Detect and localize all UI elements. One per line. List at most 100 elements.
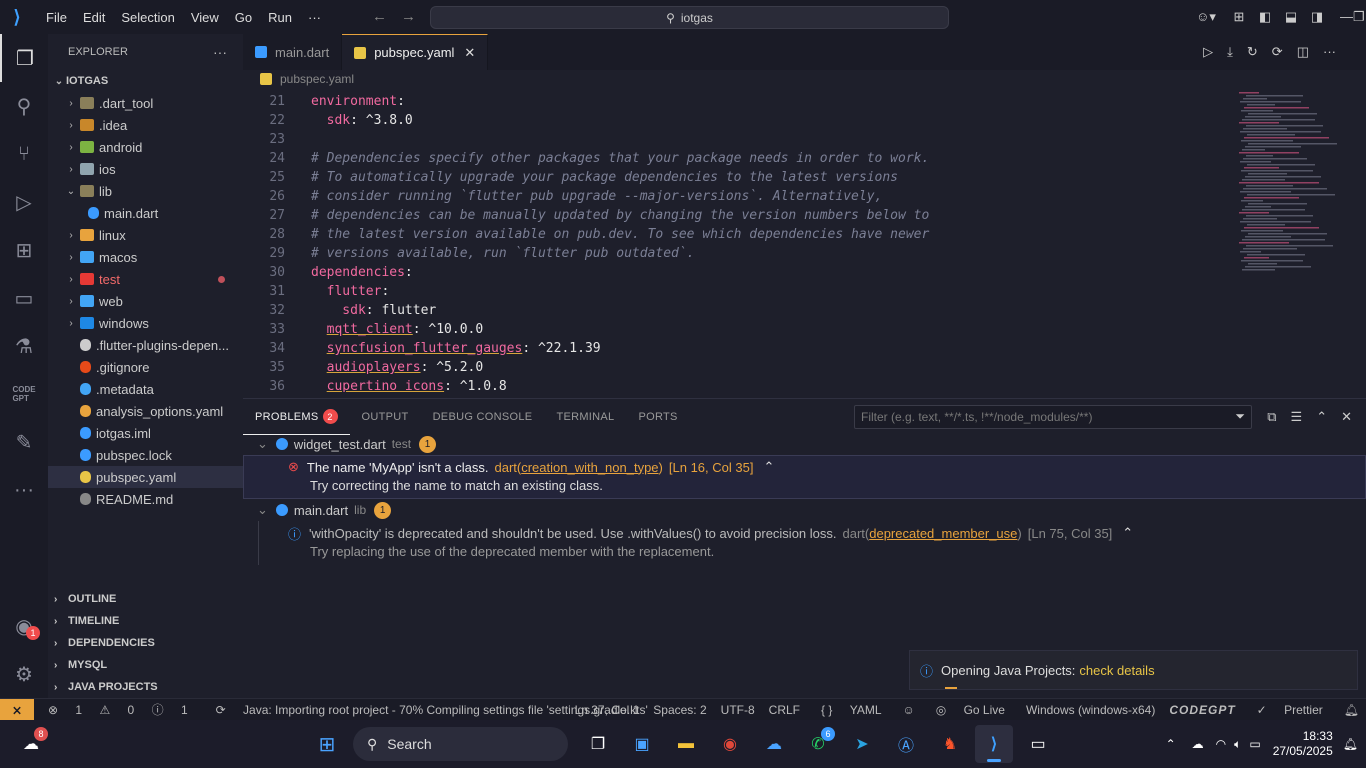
- tab-problems[interactable]: PROBLEMS 2: [243, 399, 350, 435]
- volume-icon[interactable]: 🔈︎: [1234, 737, 1241, 752]
- customize-layout-icon[interactable]: ⊞: [1226, 9, 1252, 25]
- forward-arrow-icon[interactable]: →: [401, 8, 430, 25]
- taskbar-search[interactable]: ⚲ Search: [353, 727, 568, 761]
- problems-status[interactable]: ⊗ 1 ⚠ 0 ⓘ 1: [41, 701, 195, 718]
- run-debug-icon[interactable]: ▷: [0, 178, 48, 226]
- explorer-icon[interactable]: ❐: [0, 34, 48, 82]
- tree-item-macos[interactable]: › macos: [48, 246, 243, 268]
- menu-run[interactable]: Run: [260, 10, 300, 25]
- restore-icon[interactable]: ❐: [1353, 9, 1365, 25]
- menu-go[interactable]: Go: [227, 10, 260, 25]
- toggle-secondary-sidebar-icon[interactable]: ◨: [1304, 9, 1330, 25]
- tree-item-ios[interactable]: › ios: [48, 158, 243, 180]
- download-icon[interactable]: ⤓: [1227, 44, 1233, 60]
- chevron-up-icon[interactable]: ⌃: [1122, 525, 1133, 541]
- menu-selection[interactable]: Selection: [113, 10, 182, 25]
- section-mysql[interactable]: › MYSQL: [48, 654, 243, 676]
- code-editor[interactable]: 21 environment:22 sdk: ^3.8.0 23 24 # Depend…: [243, 92, 1233, 392]
- cloud-status-icon[interactable]: ☁: [1192, 737, 1204, 751]
- tree-item-flutter-plugins-depen[interactable]: .flutter-plugins-depen...: [48, 334, 243, 356]
- extensions-icon[interactable]: ⊞: [0, 226, 48, 274]
- tree-item-readme-md[interactable]: README.md: [48, 488, 243, 510]
- workspace-root[interactable]: ⌄ IOTGAS: [48, 70, 243, 92]
- view-as-tree-icon[interactable]: ☰: [1291, 409, 1303, 425]
- line-ending[interactable]: CRLF: [769, 703, 800, 717]
- codegpt-icon[interactable]: CODE GPT: [0, 370, 48, 418]
- telegram-icon[interactable]: ➤: [843, 725, 881, 763]
- problem-group-main-dart[interactable]: ⌄ main.dart lib 1: [243, 499, 1366, 521]
- codegpt-status[interactable]: CODEGPT: [1169, 703, 1235, 717]
- tree-item-main-dart[interactable]: main.dart: [48, 202, 243, 224]
- hot-reload-icon[interactable]: ↻: [1247, 44, 1258, 60]
- notification-toast[interactable]: ⓘ Opening Java Projects: check details: [909, 650, 1358, 690]
- maximize-panel-icon[interactable]: ⌃: [1316, 409, 1327, 425]
- settings-gear-icon[interactable]: ⚙: [0, 650, 48, 698]
- copilot-icon[interactable]: ☺▾: [1186, 9, 1226, 25]
- encoding[interactable]: UTF-8: [721, 703, 755, 717]
- remote-indicator-icon[interactable]: ⨯: [0, 698, 34, 721]
- section-java-projects[interactable]: › JAVA PROJECTS: [48, 676, 243, 698]
- tree-item-iotgas-iml[interactable]: iotgas.iml: [48, 422, 243, 444]
- more-icon[interactable]: ···: [0, 466, 48, 514]
- whatsapp-icon[interactable]: ✆ 6: [799, 725, 837, 763]
- tree-item-test[interactable]: › test: [48, 268, 243, 290]
- copilot-status-icon[interactable]: ☺: [903, 703, 915, 717]
- photos-app-icon[interactable]: ▣: [623, 725, 661, 763]
- chrome-icon[interactable]: ◉: [711, 725, 749, 763]
- menu-view[interactable]: View: [183, 10, 227, 25]
- tree-item-pubspec-yaml[interactable]: pubspec.yaml: [48, 466, 243, 488]
- battery-icon[interactable]: ▭: [1249, 737, 1260, 751]
- notification-center-icon[interactable]: 🔔︎: [1343, 737, 1358, 751]
- source-control-icon[interactable]: ⑂: [0, 130, 48, 178]
- tree-item-pubspec-lock[interactable]: pubspec.lock: [48, 444, 243, 466]
- tree-item-gitignore[interactable]: .gitignore: [48, 356, 243, 378]
- tree-item-lib[interactable]: ⌄ lib: [48, 180, 243, 202]
- task-view-icon[interactable]: ❐: [579, 725, 617, 763]
- section-timeline[interactable]: › TIMELINE: [48, 610, 243, 632]
- notifications-bell-icon[interactable]: 🔔︎: [1344, 703, 1359, 717]
- wifi-icon[interactable]: ◠: [1216, 737, 1226, 751]
- run-icon[interactable]: ▷: [1203, 44, 1213, 60]
- split-editor-icon[interactable]: ◫: [1297, 44, 1309, 60]
- tree-item-idea[interactable]: › .idea: [48, 114, 243, 136]
- tree-item-metadata[interactable]: .metadata: [48, 378, 243, 400]
- onedrive-icon[interactable]: ☁: [755, 725, 793, 763]
- editor-more-icon[interactable]: ···: [1323, 44, 1336, 60]
- close-panel-icon[interactable]: ✕: [1341, 409, 1352, 425]
- tab-pubspec-yaml[interactable]: pubspec.yaml ✕: [342, 34, 489, 70]
- back-arrow-icon[interactable]: ←: [372, 8, 401, 25]
- tree-item-web[interactable]: › web: [48, 290, 243, 312]
- tab-main-dart[interactable]: main.dart: [243, 34, 343, 70]
- prettier-status[interactable]: ✓ Prettier: [1250, 703, 1330, 717]
- tree-item-android[interactable]: › android: [48, 136, 243, 158]
- problem-row-error[interactable]: ⊗ The name 'MyApp' isn't a class. dart(c…: [243, 455, 1366, 499]
- breadcrumb-item[interactable]: pubspec.yaml: [280, 72, 354, 86]
- problem-code-link[interactable]: deprecated_member_use: [869, 526, 1017, 541]
- command-center[interactable]: ⚲ iotgas: [430, 6, 949, 29]
- chevron-up-icon[interactable]: ⌃: [763, 459, 774, 475]
- show-hidden-icons-icon[interactable]: ⌃: [1166, 737, 1176, 751]
- tab-output[interactable]: OUTPUT: [350, 399, 421, 435]
- section-outline[interactable]: › OUTLINE: [48, 588, 243, 610]
- app-store-icon[interactable]: Ⓐ: [887, 725, 925, 763]
- tree-item-linux[interactable]: › linux: [48, 224, 243, 246]
- toggle-panel-icon[interactable]: ⬓: [1278, 9, 1304, 25]
- problem-code-link[interactable]: creation_with_non_type: [521, 460, 658, 475]
- go-live[interactable]: ◎ Go Live: [929, 703, 1012, 717]
- language-mode[interactable]: { } YAML: [814, 703, 889, 717]
- menu-edit[interactable]: Edit: [75, 10, 113, 25]
- menu-more[interactable]: ···: [300, 10, 329, 25]
- file-explorer-icon[interactable]: ▬: [667, 725, 705, 763]
- brave-browser-icon[interactable]: ♞: [931, 725, 969, 763]
- testing-icon[interactable]: ⚗: [0, 322, 48, 370]
- restart-icon[interactable]: ⟳: [1272, 44, 1283, 60]
- tab-terminal[interactable]: TERMINAL: [544, 399, 626, 435]
- toggle-sidebar-icon[interactable]: ◧: [1252, 9, 1278, 25]
- tree-item-analysis-options-yaml[interactable]: analysis_options.yaml: [48, 400, 243, 422]
- problem-row-info[interactable]: ⓘ 'withOpacity' is deprecated and should…: [258, 521, 1366, 565]
- minimize-icon[interactable]: —: [1340, 9, 1353, 25]
- tree-item-windows[interactable]: › windows: [48, 312, 243, 334]
- tab-debug-console[interactable]: DEBUG CONSOLE: [421, 399, 545, 435]
- vscode-taskbar-icon[interactable]: ⟩: [975, 725, 1013, 763]
- search-activity-icon[interactable]: ⚲: [0, 82, 48, 130]
